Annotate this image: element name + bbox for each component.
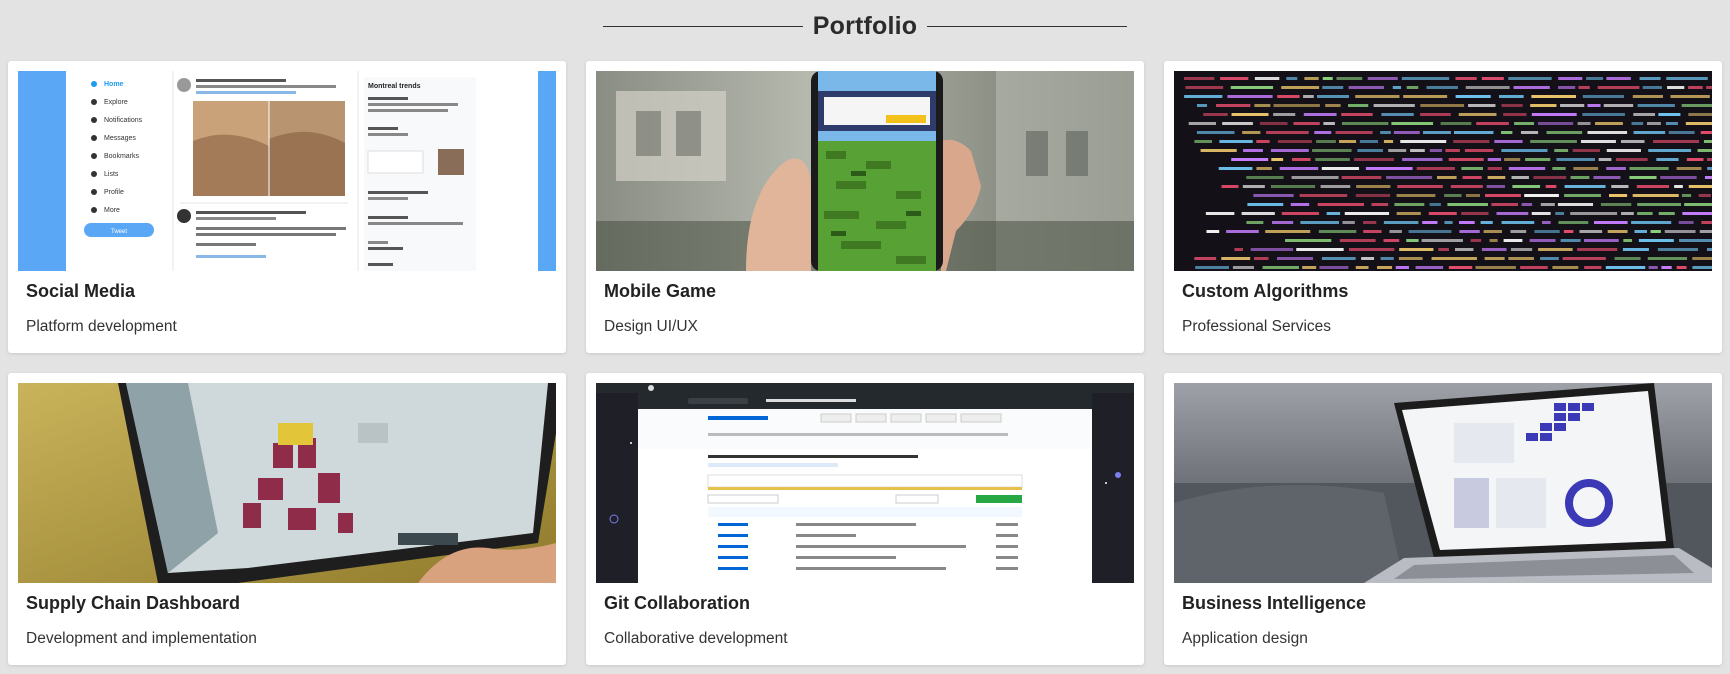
card-subtitle: Application design: [1182, 630, 1308, 647]
card-title: Social Media: [26, 281, 136, 301]
laptop-analytics-photo: [1174, 383, 1712, 583]
social-nav-lists: Lists: [104, 171, 119, 178]
portfolio-card-supply-chain-dashboard[interactable]: Supply Chain Dashboard Development and i…: [8, 373, 566, 665]
header-rule-right: [927, 25, 1128, 27]
social-nav-bookmarks: Bookmarks: [104, 153, 140, 160]
portfolio-grid: Home Explore Notifications Messages Book…: [8, 61, 1722, 665]
header-rule-left: [602, 25, 803, 27]
card-subtitle: Development and implementation: [26, 630, 257, 647]
code-screen-photo: [1174, 71, 1712, 271]
card-title: Mobile Game: [604, 281, 717, 301]
card-title: Git Collaboration: [604, 593, 750, 613]
card-title: Business Intelligence: [1182, 593, 1367, 613]
page-header: Portfolio: [0, 8, 1730, 44]
card-subtitle: Professional Services: [1182, 318, 1332, 335]
portfolio-card-business-intelligence[interactable]: Business Intelligence Application design: [1164, 373, 1722, 665]
card-subtitle: Platform development: [26, 318, 177, 335]
portfolio-card-git-collaboration[interactable]: Git Collaboration Collaborative developm…: [586, 373, 1144, 665]
social-media-screenshot: Home Explore Notifications Messages Book…: [18, 71, 556, 271]
social-nav-home: Home: [104, 81, 124, 88]
social-nav-more: More: [104, 207, 120, 214]
social-nav-profile: Profile: [104, 189, 124, 196]
portfolio-card-social-media[interactable]: Home Explore Notifications Messages Book…: [8, 61, 566, 353]
social-nav-notifications: Notifications: [104, 117, 143, 124]
social-nav-explore: Explore: [104, 99, 128, 106]
card-subtitle: Collaborative development: [604, 630, 788, 647]
portfolio-card-mobile-game[interactable]: Mobile Game Design UI/UX: [586, 61, 1144, 353]
page-title: Portfolio: [812, 11, 918, 40]
card-title: Custom Algorithms: [1182, 281, 1349, 301]
laptop-dashboard-photo: [18, 383, 556, 583]
social-tweet-button: Tweet: [111, 229, 127, 235]
card-subtitle: Design UI/UX: [604, 318, 698, 335]
portfolio-card-custom-algorithms[interactable]: Custom Algorithms Professional Services: [1164, 61, 1722, 353]
github-screenshot: [596, 383, 1134, 583]
mobile-game-photo: [596, 71, 1134, 271]
social-trends-title: Montreal trends: [368, 83, 421, 90]
card-title: Supply Chain Dashboard: [26, 593, 241, 613]
social-nav-messages: Messages: [104, 135, 136, 142]
